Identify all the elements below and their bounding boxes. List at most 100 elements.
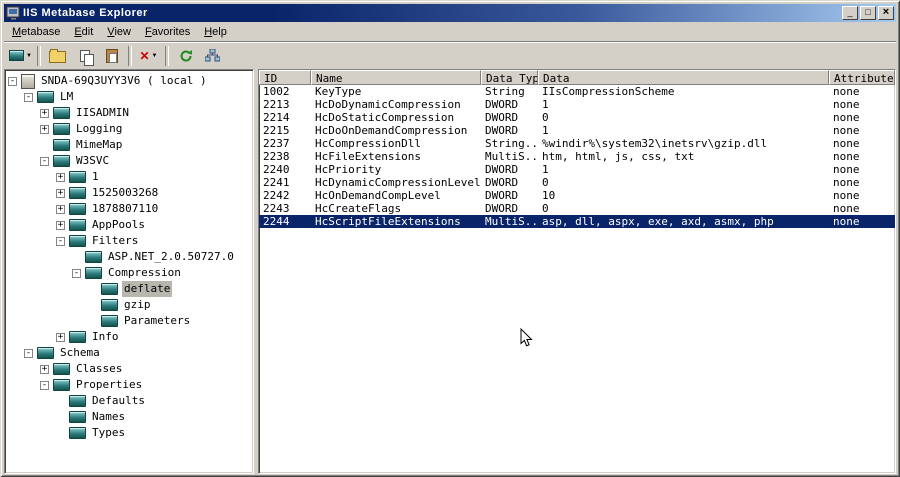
cell-name: HcDoStaticCompression bbox=[315, 111, 455, 124]
cell-name: HcDynamicCompressionLevel bbox=[315, 176, 481, 189]
tree-item-apppools[interactable]: + AppPools bbox=[5, 217, 253, 233]
expand-toggle-icon[interactable]: + bbox=[40, 364, 49, 374]
tree-item-types[interactable]: Types bbox=[5, 425, 253, 441]
tree-item-properties[interactable]: - Properties bbox=[5, 377, 253, 393]
metabase-key-icon bbox=[37, 347, 54, 359]
tree-item-label: Parameters bbox=[124, 314, 191, 327]
tree-item-label: Types bbox=[92, 426, 126, 439]
copy-icon bbox=[79, 49, 94, 66]
network-icon bbox=[205, 49, 220, 62]
cell-id: 2244 bbox=[263, 215, 290, 228]
paste-icon bbox=[105, 48, 118, 63]
table-row[interactable]: 2241 HcDynamicCompressionLevel DWORD 0 n… bbox=[259, 176, 895, 189]
tree-item-label: 1525003268 bbox=[92, 186, 159, 199]
tree-item-gzip[interactable]: gzip bbox=[5, 297, 253, 313]
tree-item-classes[interactable]: + Classes bbox=[5, 361, 253, 377]
table-row[interactable]: 2213 HcDoDynamicCompression DWORD 1 none bbox=[259, 98, 895, 111]
cell-data-type: DWORD bbox=[485, 124, 519, 137]
tree-item-root[interactable]: - SNDA-69Q3UYY3V6 ( local ) bbox=[5, 73, 253, 89]
column-header-name[interactable]: Name bbox=[311, 70, 481, 85]
tree-item-names[interactable]: Names bbox=[5, 409, 253, 425]
cell-data-type: MultiS... bbox=[485, 150, 538, 163]
copy-button[interactable] bbox=[71, 45, 98, 67]
expand-toggle-icon[interactable]: + bbox=[40, 108, 49, 118]
cell-attributes: none bbox=[833, 150, 860, 163]
minimize-button[interactable]: _ bbox=[842, 6, 858, 20]
table-row[interactable]: 2240 HcPriority DWORD 1 none bbox=[259, 163, 895, 176]
metabase-key-icon bbox=[85, 251, 102, 263]
tree-item-label: IISADMIN bbox=[76, 106, 129, 119]
collapse-toggle-icon[interactable]: - bbox=[8, 76, 17, 86]
new-key-button[interactable]: ▼ bbox=[7, 45, 34, 67]
properties-list: ID Name Data Type Data Attributes 1002 K… bbox=[258, 69, 896, 474]
maximize-button[interactable]: □ bbox=[860, 6, 876, 20]
menu-metabase[interactable]: Metabase bbox=[5, 24, 67, 40]
tree-item-parameters[interactable]: Parameters bbox=[5, 313, 253, 329]
expand-toggle-icon[interactable]: + bbox=[56, 204, 65, 214]
table-row-selected[interactable]: 2244 HcScriptFileExtensions MultiS... as… bbox=[259, 215, 895, 228]
tree-item-lm[interactable]: - LM bbox=[5, 89, 253, 105]
table-row[interactable]: 2215 HcDoOnDemandCompression DWORD 1 non… bbox=[259, 124, 895, 137]
tree-item-label: Info bbox=[92, 330, 119, 343]
expand-toggle-icon[interactable]: + bbox=[40, 124, 49, 134]
cell-data-type: DWORD bbox=[485, 189, 519, 202]
tree-item-site-1878807110[interactable]: + 1878807110 bbox=[5, 201, 253, 217]
open-button[interactable] bbox=[44, 45, 71, 67]
table-row[interactable]: 2243 HcCreateFlags DWORD 0 none bbox=[259, 202, 895, 215]
tree-item-compression[interactable]: - Compression bbox=[5, 265, 253, 281]
collapse-toggle-icon[interactable]: - bbox=[40, 156, 49, 166]
tree-item-label: MimeMap bbox=[76, 138, 123, 151]
collapse-toggle-icon[interactable]: - bbox=[24, 348, 33, 358]
column-header-id[interactable]: ID bbox=[259, 70, 311, 85]
table-row[interactable]: 2237 HcCompressionDll String... %windir%… bbox=[259, 137, 895, 150]
menu-favorites[interactable]: Favorites bbox=[138, 24, 197, 40]
table-header: ID Name Data Type Data Attributes bbox=[259, 70, 895, 85]
tree-item-mimemap[interactable]: MimeMap bbox=[5, 137, 253, 153]
cell-data: 1 bbox=[542, 124, 549, 137]
expand-toggle-icon[interactable]: + bbox=[56, 220, 65, 230]
column-header-attributes[interactable]: Attributes bbox=[829, 70, 895, 85]
metabase-key-icon bbox=[69, 187, 86, 199]
column-header-data-type[interactable]: Data Type bbox=[481, 70, 538, 85]
cell-data: %windir%\system32\inetsrv\gzip.dll bbox=[542, 137, 768, 150]
table-row[interactable]: 1002 KeyType String IIsCompressionScheme… bbox=[259, 85, 895, 98]
metabase-key-icon bbox=[69, 219, 86, 231]
cell-data: 0 bbox=[542, 176, 549, 189]
tree-item-schema[interactable]: - Schema bbox=[5, 345, 253, 361]
tree-item-logging[interactable]: + Logging bbox=[5, 121, 253, 137]
expand-toggle-icon[interactable]: + bbox=[56, 332, 65, 342]
refresh-button[interactable] bbox=[172, 45, 199, 67]
metabase-key-icon bbox=[101, 315, 118, 327]
tree-item-aspnet[interactable]: ASP.NET_2.0.50727.0 bbox=[5, 249, 253, 265]
menu-help[interactable]: Help bbox=[197, 24, 234, 40]
collapse-toggle-icon[interactable]: - bbox=[56, 236, 65, 246]
paste-button[interactable] bbox=[98, 45, 125, 67]
tree-item-w3svc[interactable]: - W3SVC bbox=[5, 153, 253, 169]
table-row[interactable]: 2242 HcOnDemandCompLevel DWORD 10 none bbox=[259, 189, 895, 202]
delete-button[interactable]: ✕ ▼ bbox=[135, 45, 162, 67]
tree-item-iisadmin[interactable]: + IISADMIN bbox=[5, 105, 253, 121]
close-button[interactable]: × bbox=[878, 6, 894, 20]
collapse-toggle-icon[interactable]: - bbox=[40, 380, 49, 390]
connect-button[interactable] bbox=[199, 45, 226, 67]
tree-item-deflate[interactable]: deflate bbox=[5, 281, 253, 297]
expand-toggle-icon[interactable]: + bbox=[56, 172, 65, 182]
collapse-toggle-icon[interactable]: - bbox=[72, 268, 81, 278]
tree-item-info[interactable]: + Info bbox=[5, 329, 253, 345]
tree-item-filters[interactable]: - Filters bbox=[5, 233, 253, 249]
menu-view[interactable]: View bbox=[100, 24, 138, 40]
column-header-data[interactable]: Data bbox=[538, 70, 829, 85]
cell-attributes: none bbox=[833, 176, 860, 189]
tree-item-label: ASP.NET_2.0.50727.0 bbox=[108, 250, 234, 263]
collapse-toggle-icon[interactable]: - bbox=[24, 92, 33, 102]
tree-item-site-1525003268[interactable]: + 1525003268 bbox=[5, 185, 253, 201]
expand-toggle-icon[interactable]: + bbox=[56, 188, 65, 198]
cell-attributes: none bbox=[833, 215, 860, 228]
tree-item-label: Logging bbox=[76, 122, 123, 135]
metabase-key-icon bbox=[53, 123, 70, 135]
menu-edit[interactable]: Edit bbox=[67, 24, 100, 40]
table-row[interactable]: 2214 HcDoStaticCompression DWORD 0 none bbox=[259, 111, 895, 124]
tree-item-defaults[interactable]: Defaults bbox=[5, 393, 253, 409]
tree-item-site-1[interactable]: + 1 bbox=[5, 169, 253, 185]
table-row[interactable]: 2238 HcFileExtensions MultiS... htm, htm… bbox=[259, 150, 895, 163]
